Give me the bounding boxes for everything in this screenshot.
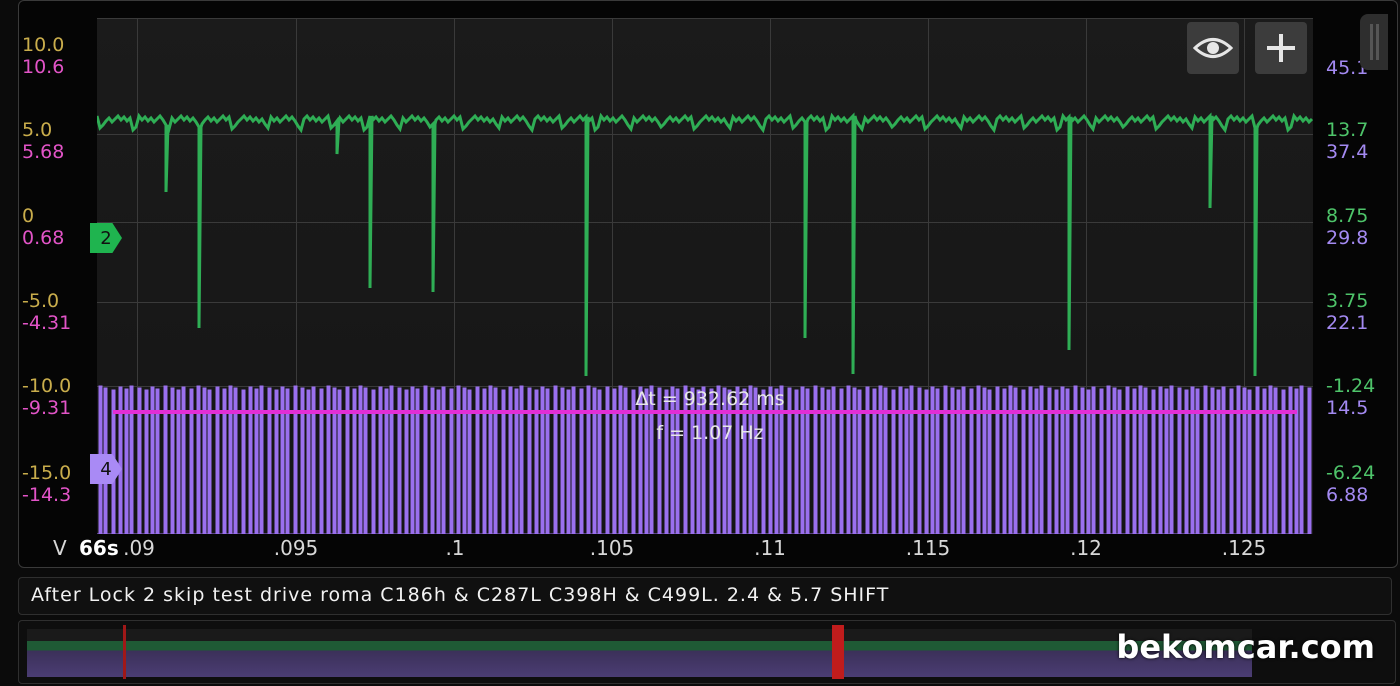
waveform-plot[interactable] [97, 18, 1313, 534]
left-axis-label: -5.0 -4.31 [22, 290, 72, 334]
x-axis-time: 66s [79, 536, 119, 560]
caption-bar: After Lock 2 skip test drive roma C186h … [18, 577, 1392, 615]
right-axis-label: -1.24 14.5 [1326, 375, 1376, 419]
delta-t-readout: Δt = 932.62 ms [635, 388, 785, 410]
watermark: bekomcar.com [1116, 628, 1375, 666]
right-axis-label: 8.75 29.8 [1326, 205, 1369, 249]
left-axis-label: 10.0 10.6 [22, 34, 65, 78]
left-axis-label: 0 0.68 [22, 205, 65, 249]
right-axis-label: 13.7 37.4 [1326, 119, 1369, 163]
x-tick: .125 [1221, 536, 1267, 560]
plus-icon [1267, 34, 1295, 62]
right-axis-label: 3.75 22.1 [1326, 290, 1369, 334]
x-tick: .09 [123, 536, 155, 560]
x-axis-unit: V [53, 536, 67, 560]
add-button[interactable] [1255, 22, 1307, 74]
x-tick: .105 [589, 536, 635, 560]
x-tick: .115 [905, 536, 951, 560]
overview-trace [27, 629, 1252, 677]
right-axis-label: -6.24 6.88 [1326, 462, 1376, 506]
waveform-traces [97, 112, 1313, 534]
left-axis-label: -15.0 -14.3 [22, 462, 72, 506]
overview-viewport-handle[interactable] [832, 625, 844, 679]
x-tick: .12 [1070, 536, 1102, 560]
x-tick: .11 [754, 536, 786, 560]
x-tick: .1 [445, 536, 465, 560]
visibility-button[interactable] [1187, 22, 1239, 74]
x-tick: .095 [273, 536, 319, 560]
frequency-readout: f = 1.07 Hz [656, 422, 764, 444]
eye-icon [1193, 38, 1233, 58]
left-axis-label: -10.0 -9.31 [22, 375, 72, 419]
overview-marker [123, 625, 126, 679]
left-axis-label: 5.0 5.68 [22, 119, 65, 163]
channel-2-trace [97, 112, 1313, 377]
caption-text: After Lock 2 skip test drive roma C186h … [31, 584, 890, 606]
side-panel-handle[interactable] [1360, 14, 1388, 70]
